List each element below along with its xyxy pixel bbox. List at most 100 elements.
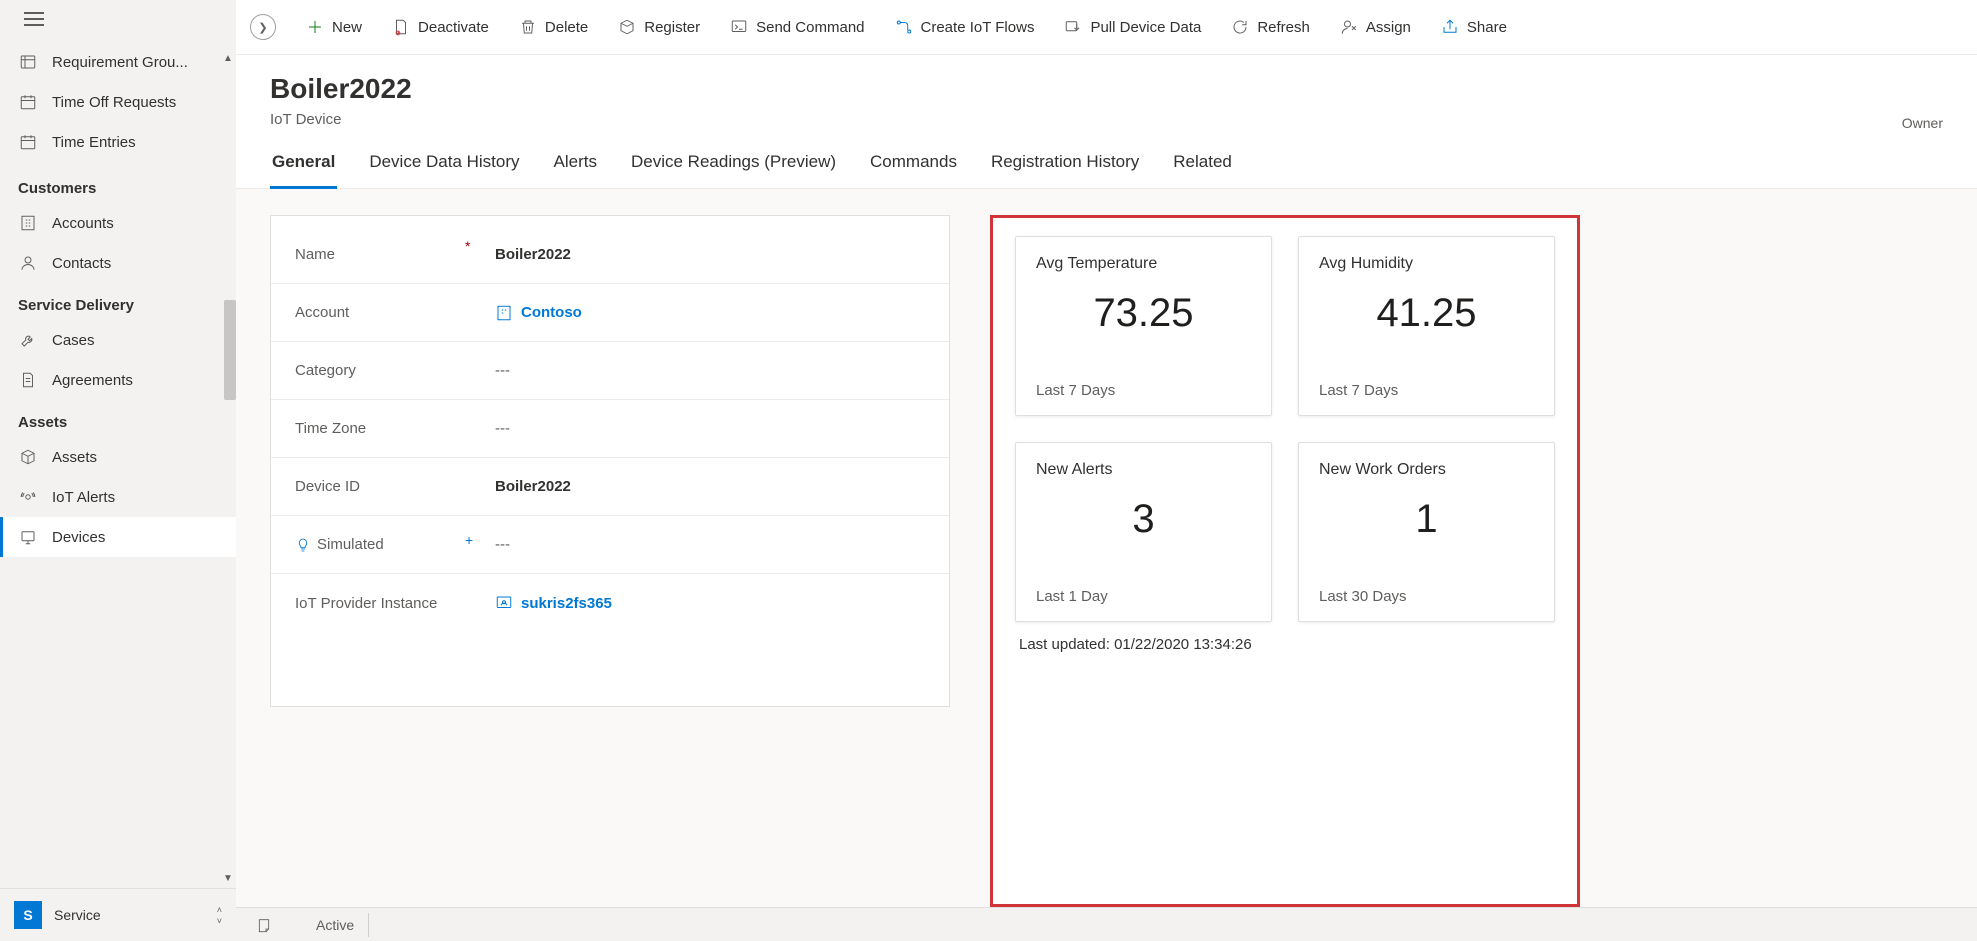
sidebar-item-contacts[interactable]: Contacts — [0, 243, 236, 283]
section-assets: Assets — [0, 400, 236, 437]
card-value: 1 — [1319, 497, 1534, 542]
field-device-id[interactable]: Device ID Boiler2022 — [271, 458, 949, 516]
delete-button[interactable]: Delete — [507, 12, 600, 42]
tab-alerts[interactable]: Alerts — [552, 146, 599, 188]
scroll-down-icon[interactable]: ▼ — [220, 870, 236, 886]
updown-icon: ˄˅ — [217, 905, 222, 926]
sidebar-item-agreements[interactable]: Agreements — [0, 360, 236, 400]
plus-icon — [306, 18, 324, 36]
pull-data-button[interactable]: Pull Device Data — [1052, 12, 1213, 42]
card-value: 3 — [1036, 497, 1251, 542]
scroll-up-icon[interactable]: ▲ — [220, 50, 236, 66]
field-category-label: Category — [295, 362, 465, 379]
sidebar-item-iot-alerts[interactable]: IoT Alerts — [0, 477, 236, 517]
cmd-label: Deactivate — [418, 19, 489, 36]
field-name-value: Boiler2022 — [495, 246, 571, 263]
command-icon — [730, 18, 748, 36]
sidebar-item-accounts[interactable]: Accounts — [0, 203, 236, 243]
register-button[interactable]: Register — [606, 12, 712, 42]
card-new-work-orders[interactable]: New Work Orders 1 Last 30 Days — [1298, 442, 1555, 622]
requirement-icon — [18, 52, 38, 72]
tab-related[interactable]: Related — [1171, 146, 1234, 188]
card-avg-humidity[interactable]: Avg Humidity 41.25 Last 7 Days — [1298, 236, 1555, 416]
new-button[interactable]: New — [294, 12, 374, 42]
card-title: Avg Humidity — [1319, 255, 1534, 273]
refresh-icon — [1231, 18, 1249, 36]
field-account-value[interactable]: Contoso — [521, 304, 582, 321]
area-label: Service — [54, 907, 101, 923]
field-provider[interactable]: IoT Provider Instance sukris2fs365 — [271, 574, 949, 632]
pull-icon — [1064, 18, 1082, 36]
send-command-button[interactable]: Send Command — [718, 12, 876, 42]
sidebar-item-assets[interactable]: Assets — [0, 437, 236, 477]
deactivate-button[interactable]: Deactivate — [380, 12, 501, 42]
deactivate-icon — [392, 18, 410, 36]
field-account[interactable]: Account Contoso — [271, 284, 949, 342]
required-indicator: * — [465, 238, 470, 254]
area-switcher[interactable]: S Service ˄˅ — [0, 888, 236, 941]
create-flows-button[interactable]: Create IoT Flows — [883, 12, 1047, 42]
card-period: Last 30 Days — [1319, 588, 1534, 605]
card-title: New Work Orders — [1319, 461, 1534, 479]
sidebar-item-label: Devices — [52, 529, 105, 546]
card-value: 41.25 — [1319, 291, 1534, 336]
provider-icon — [495, 594, 513, 612]
form-card: Name * Boiler2022 Account Contoso Catego… — [270, 215, 950, 707]
card-avg-temperature[interactable]: Avg Temperature 73.25 Last 7 Days — [1015, 236, 1272, 416]
assign-button[interactable]: Assign — [1328, 12, 1423, 42]
collapse-toggle[interactable]: ❯ — [250, 14, 276, 40]
sidebar-item-time-entries[interactable]: Time Entries — [0, 122, 236, 162]
card-period: Last 1 Day — [1036, 588, 1251, 605]
share-button[interactable]: Share — [1429, 12, 1519, 42]
cmd-label: Register — [644, 19, 700, 36]
cmd-label: Pull Device Data — [1090, 19, 1201, 36]
dashboard-panel: Avg Temperature 73.25 Last 7 Days Avg Hu… — [990, 215, 1580, 907]
field-simulated[interactable]: Simulated + --- — [271, 516, 949, 574]
sidebar-scrollbar[interactable] — [224, 300, 236, 400]
field-category[interactable]: Category --- — [271, 342, 949, 400]
service-badge: S — [14, 901, 42, 929]
card-value: 73.25 — [1036, 291, 1251, 336]
card-new-alerts[interactable]: New Alerts 3 Last 1 Day — [1015, 442, 1272, 622]
tab-registration-history[interactable]: Registration History — [989, 146, 1141, 188]
sidebar: Requirement Grou... Time Off Requests Ti… — [0, 0, 236, 941]
sidebar-item-requirement-groups[interactable]: Requirement Grou... — [0, 42, 236, 82]
field-timezone-label: Time Zone — [295, 420, 465, 437]
sidebar-item-label: Cases — [52, 332, 95, 349]
tabs: General Device Data History Alerts Devic… — [236, 128, 1977, 189]
card-period: Last 7 Days — [1036, 382, 1251, 399]
box-icon — [18, 447, 38, 467]
field-name[interactable]: Name * Boiler2022 — [271, 226, 949, 284]
sidebar-item-label: Agreements — [52, 372, 133, 389]
field-device-id-label: Device ID — [295, 478, 465, 495]
document-icon — [18, 370, 38, 390]
tab-general[interactable]: General — [270, 146, 337, 189]
cmd-label: Share — [1467, 19, 1507, 36]
sidebar-item-time-off[interactable]: Time Off Requests — [0, 82, 236, 122]
tab-commands[interactable]: Commands — [868, 146, 959, 188]
flow-icon — [895, 18, 913, 36]
sidebar-item-cases[interactable]: Cases — [0, 320, 236, 360]
field-device-id-value: Boiler2022 — [495, 478, 571, 495]
field-timezone[interactable]: Time Zone --- — [271, 400, 949, 458]
field-provider-value[interactable]: sukris2fs365 — [521, 595, 612, 612]
share-icon — [1441, 18, 1459, 36]
tab-device-readings[interactable]: Device Readings (Preview) — [629, 146, 838, 188]
cmd-label: Delete — [545, 19, 588, 36]
card-title: New Alerts — [1036, 461, 1251, 479]
hamburger-menu[interactable] — [0, 0, 236, 38]
sidebar-item-devices[interactable]: Devices — [0, 517, 236, 557]
calendar-icon — [18, 132, 38, 152]
command-bar: ❯ New Deactivate Delete Register Send Co… — [236, 0, 1977, 55]
field-account-label: Account — [295, 304, 465, 321]
record-subtitle: IoT Device — [270, 111, 1943, 128]
note-icon[interactable] — [256, 917, 272, 933]
calendar-icon — [18, 92, 38, 112]
record-header: Boiler2022 IoT Device Owner — [236, 55, 1977, 128]
tab-device-data-history[interactable]: Device Data History — [367, 146, 521, 188]
refresh-button[interactable]: Refresh — [1219, 12, 1322, 42]
bulb-icon — [295, 537, 311, 553]
owner-label: Owner — [1902, 115, 1943, 131]
field-provider-label: IoT Provider Instance — [295, 595, 465, 612]
cmd-label: Assign — [1366, 19, 1411, 36]
